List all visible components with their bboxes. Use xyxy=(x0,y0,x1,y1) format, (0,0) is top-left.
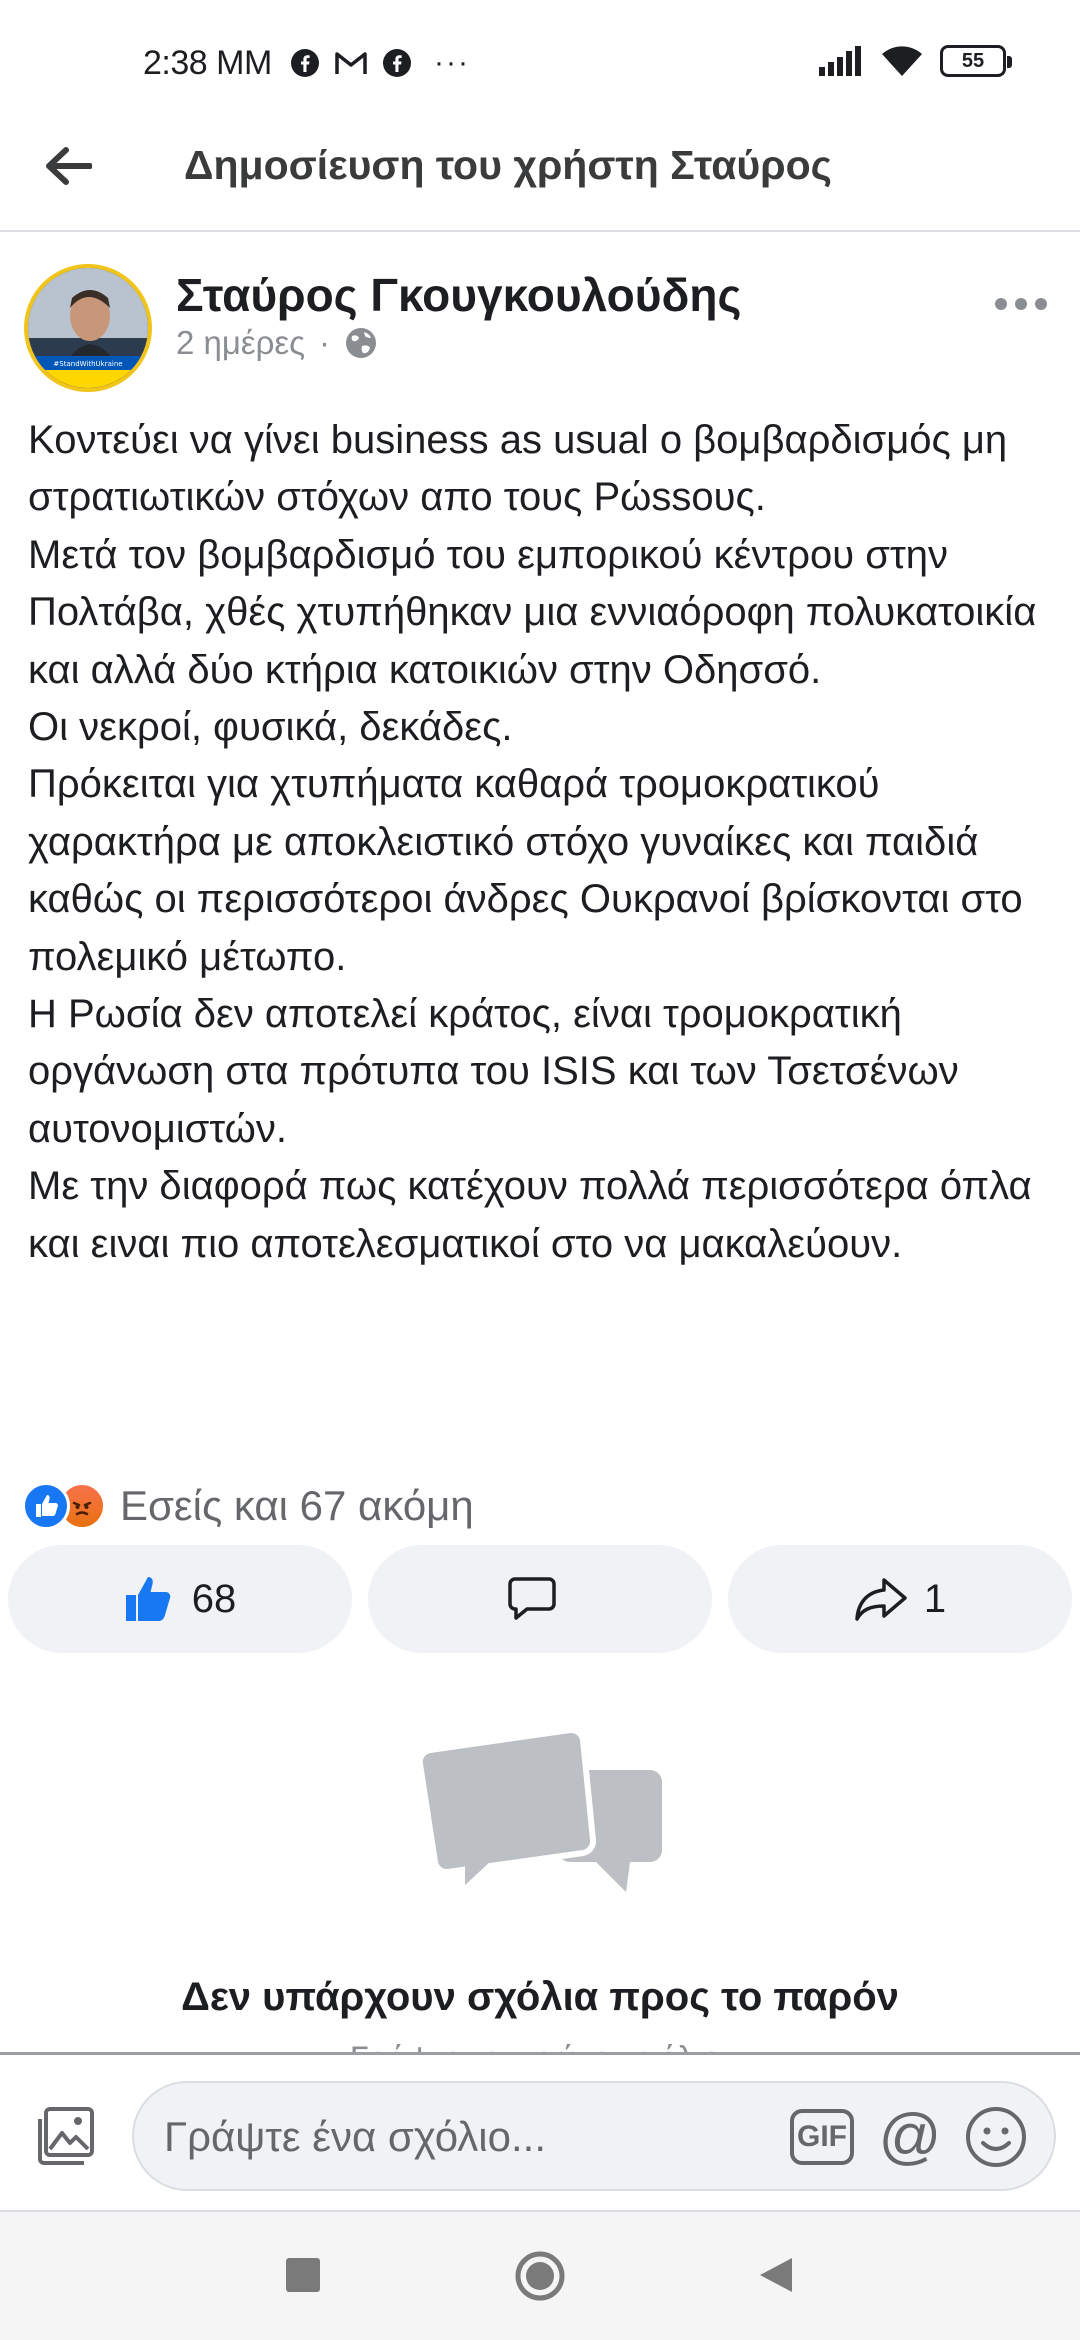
system-back-button[interactable] xyxy=(758,2256,794,2294)
back-button[interactable] xyxy=(36,134,100,198)
system-icons: 55 xyxy=(818,44,1012,78)
post-options-button[interactable] xyxy=(984,286,1058,322)
share-button[interactable]: 1 xyxy=(728,1545,1072,1653)
share-arrow-icon xyxy=(855,1578,907,1621)
no-comments-title: Δεν υπάρχουν σχόλια προς το παρόν xyxy=(181,1975,899,2019)
share-count: 1 xyxy=(923,1576,947,1621)
comment-input[interactable]: Γράψτε ένα σχόλιο... GIF @ xyxy=(132,2081,1056,2191)
comment-placeholder: Γράψτε ένα σχόλιο... xyxy=(164,2113,546,2160)
status-time: 2:38 MM xyxy=(143,44,272,82)
add-photo-button[interactable] xyxy=(34,2105,98,2169)
post-time[interactable]: 2 ημέρες xyxy=(176,324,305,362)
recents-button[interactable] xyxy=(286,2258,320,2292)
more-notifications: ··· xyxy=(434,46,470,79)
photo-gallery-icon xyxy=(38,2107,94,2165)
gmail-icon xyxy=(335,52,367,74)
page-title: Δημοσίευση του χρήστη Σταύρος xyxy=(184,142,832,188)
post-body: Κοντεύει να γίνει business as usual ο βο… xyxy=(28,418,1037,1266)
gif-button[interactable]: GIF xyxy=(790,2109,854,2165)
mention-button[interactable]: @ xyxy=(876,2103,944,2171)
reactions-summary[interactable]: Εσείς και 67 ακόμη xyxy=(22,1478,474,1534)
comment-button[interactable] xyxy=(368,1545,712,1653)
author-name[interactable]: Σταύρος Γκουγκουλούδης xyxy=(176,268,741,322)
avatar-photo: #StandWithUkraine xyxy=(28,268,148,388)
wifi-icon xyxy=(882,46,922,76)
avatar[interactable]: #StandWithUkraine xyxy=(24,264,152,392)
facebook-icon xyxy=(291,49,319,77)
reactions-text[interactable]: Εσείς και 67 ακόμη xyxy=(120,1482,474,1530)
no-comments-illustration xyxy=(420,1730,662,1899)
thumbs-up-icon xyxy=(125,1577,171,1621)
like-count: 68 xyxy=(191,1576,237,1621)
comment-icon xyxy=(508,1577,556,1620)
status-bar: 2:38 MM ··· 55 xyxy=(0,0,1080,120)
comment-composer: Γράψτε ένα σχόλιο... GIF @ xyxy=(0,2052,1080,2212)
signal-icon xyxy=(819,46,861,76)
globe-icon xyxy=(346,328,376,358)
home-button[interactable] xyxy=(514,2250,566,2302)
arrow-left-icon xyxy=(46,147,92,185)
meta-separator: · xyxy=(319,324,330,361)
emoji-icon[interactable] xyxy=(964,2105,1028,2169)
post-meta: 2 ημέρες · xyxy=(176,324,378,362)
like-reaction-icon xyxy=(22,1482,70,1530)
svg-text:#StandWithUkraine: #StandWithUkraine xyxy=(53,360,122,368)
battery-level: 55 xyxy=(961,49,985,72)
top-app-bar: Δημοσίευση του χρήστη Σταύρος xyxy=(0,120,1080,232)
notification-icons: ··· xyxy=(290,46,470,80)
system-nav-bar xyxy=(0,2212,1080,2340)
facebook-icon xyxy=(383,49,411,77)
battery-icon: 55 xyxy=(940,45,1012,77)
like-button[interactable]: 68 xyxy=(8,1545,352,1653)
post-actions: 68 1 xyxy=(8,1545,1072,1653)
